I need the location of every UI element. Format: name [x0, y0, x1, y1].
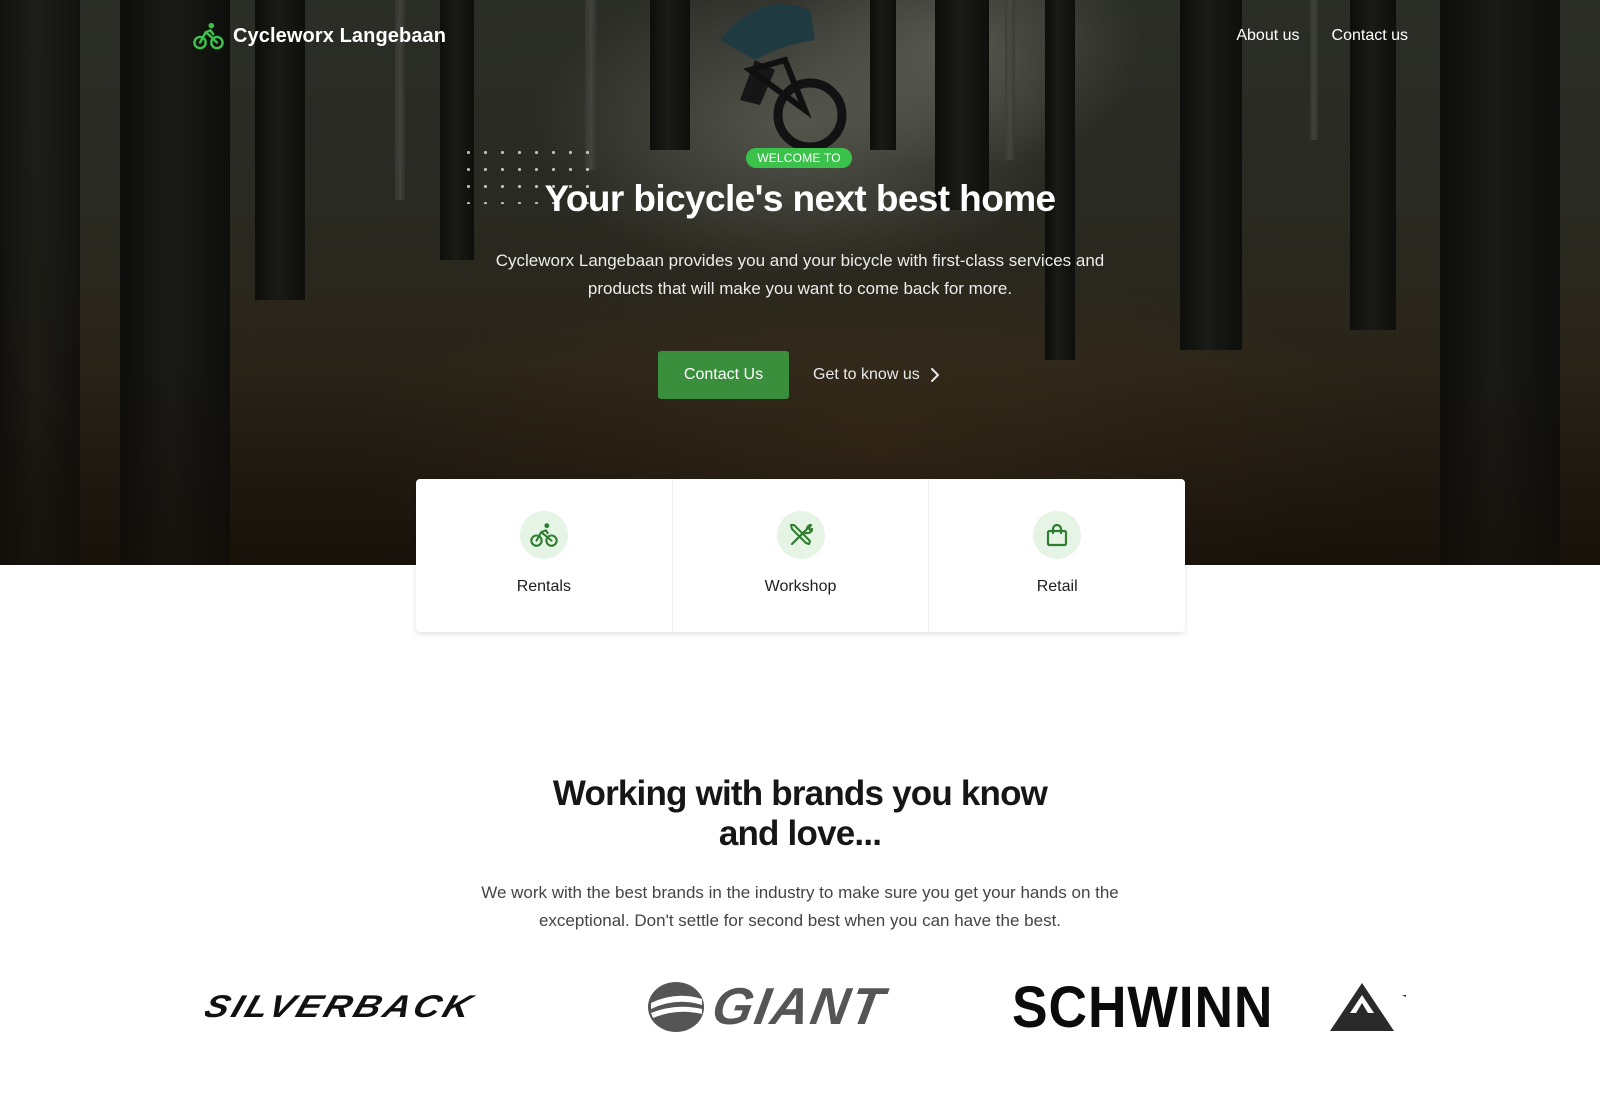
service-label-workshop: Workshop	[764, 578, 837, 595]
brands-title-line1: Working with brands you know	[552, 774, 1048, 813]
tools-icon	[789, 523, 813, 546]
nav-link-contact-us[interactable]: Contact us	[1332, 27, 1408, 45]
giant-emblem-icon	[648, 982, 704, 1032]
brands-title: Working with brands you know and love...	[0, 774, 1600, 854]
background-tree	[1180, 0, 1242, 350]
get-to-know-us-label: Get to know us	[813, 366, 920, 383]
nav-link-about-us[interactable]: About us	[1236, 27, 1299, 45]
mountain-emblem-icon	[1330, 983, 1406, 1031]
cyclist-icon	[530, 523, 558, 547]
brand-logos-strip: SILVERBACK GIANT SCHWINN	[205, 972, 1410, 1042]
top-navigation: Cycleworx Langebaan About us Contact us	[193, 20, 1408, 52]
giant-logo[interactable]: GIANT	[647, 972, 972, 1042]
shopping-bag-icon	[1047, 523, 1068, 547]
hero-actions: Contact Us Get to know us	[658, 351, 940, 399]
nav-links: About us Contact us	[1236, 27, 1408, 45]
brand-logo[interactable]: Cycleworx Langebaan	[193, 21, 446, 51]
service-retail[interactable]: Retail	[929, 479, 1185, 632]
services-card: Rentals Workshop Retail	[416, 479, 1185, 632]
brands-description: We work with the best brands in the indu…	[481, 883, 1119, 930]
cyclist-icon	[193, 22, 224, 50]
service-rentals[interactable]: Rentals	[416, 479, 673, 632]
schwinn-logo[interactable]: SCHWINN	[1012, 972, 1272, 1042]
giant-wordmark: GIANT	[707, 978, 890, 1036]
brands-title-line2: and love...	[718, 814, 882, 853]
brand-name: Cycleworx Langebaan	[233, 24, 447, 47]
hero-description: Cycleworx Langebaan provides you and you…	[495, 251, 1105, 298]
service-label-retail: Retail	[1036, 578, 1078, 595]
get-to-know-us-link[interactable]: Get to know us	[813, 366, 940, 384]
service-icon-badge	[519, 511, 568, 559]
welcome-badge: WELCOME TO	[746, 148, 852, 168]
service-workshop[interactable]: Workshop	[673, 479, 930, 632]
mountain-brand-logo[interactable]	[1328, 972, 1408, 1042]
chevron-right-icon	[930, 368, 939, 382]
contact-us-button[interactable]: Contact Us	[658, 351, 789, 399]
hero-title: Your bicycle's next best home	[544, 178, 1057, 219]
service-label-rentals: Rentals	[516, 578, 571, 595]
service-icon-badge	[1033, 511, 1082, 559]
silverback-logo[interactable]: SILVERBACK	[205, 977, 615, 1037]
service-icon-badge	[776, 511, 825, 559]
